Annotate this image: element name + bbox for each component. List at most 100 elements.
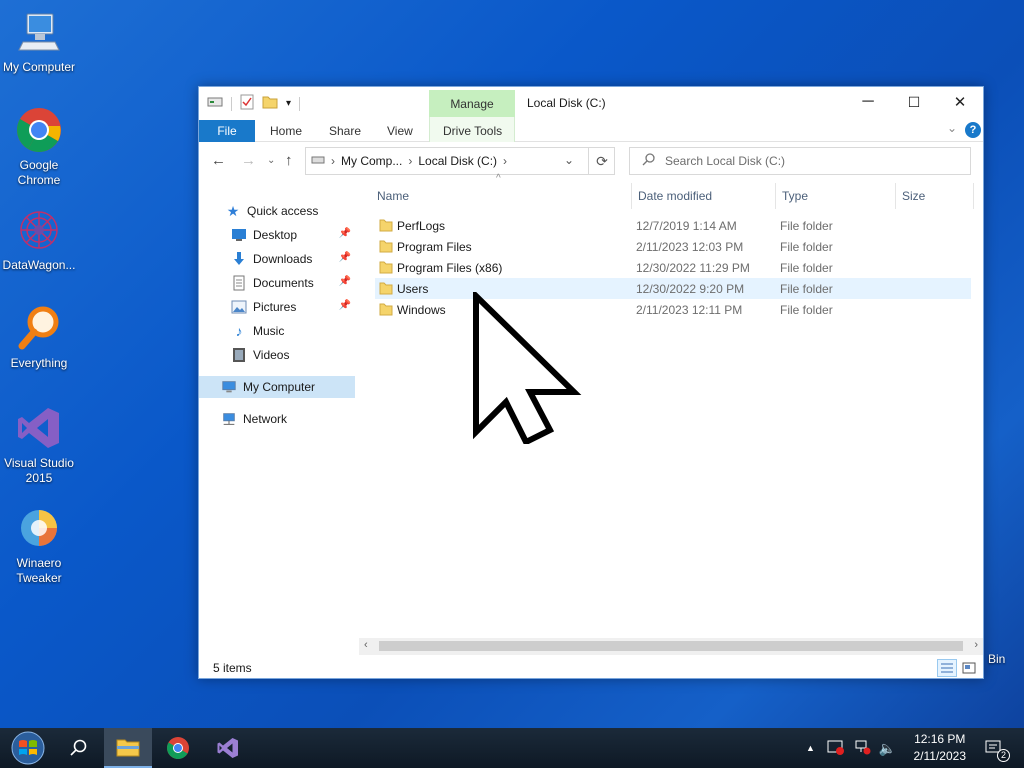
file-date: 12/30/2022 11:29 PM [636, 260, 750, 275]
videos-icon [231, 347, 247, 363]
breadcrumb-separator[interactable]: › [503, 154, 507, 168]
table-row[interactable]: Windows 2/11/2023 12:11 PM File folder [375, 299, 971, 320]
sidebar-item-music[interactable]: ♪ Music [199, 320, 355, 342]
details-view-icon[interactable] [937, 659, 957, 677]
breadcrumb-separator[interactable]: › [408, 154, 412, 168]
sidebar-item-label: My Computer [243, 380, 316, 394]
tab-drive-tools[interactable]: Drive Tools [443, 121, 502, 142]
pin-icon[interactable]: 📌 [339, 300, 351, 311]
taskbar-file-explorer[interactable] [104, 728, 152, 768]
table-row[interactable]: PerfLogs 12/7/2019 1:14 AM File folder [375, 215, 971, 236]
file-type: File folder [780, 239, 833, 254]
column-divider[interactable] [775, 183, 776, 209]
column-header-size[interactable]: Size [902, 189, 925, 209]
sidebar-item-desktop[interactable]: Desktop 📌 [199, 224, 355, 246]
maximize-button[interactable]: ☐ [891, 87, 937, 117]
action-center-warning-icon[interactable] [827, 739, 845, 758]
search-input[interactable]: Search Local Disk (C:) [629, 147, 971, 175]
breadcrumb-separator[interactable]: › [331, 154, 335, 168]
desktop-icon-everything[interactable]: Everything [0, 304, 78, 371]
close-button[interactable]: ✕ [937, 87, 983, 117]
large-icons-view-icon[interactable] [959, 659, 979, 677]
address-row: ← → ⌄ ↑ › My Comp... › Local Disk (C:) ›… [199, 143, 983, 179]
sidebar-item-downloads[interactable]: Downloads 📌 [199, 248, 355, 270]
column-header-type[interactable]: Type [782, 189, 808, 209]
address-bar[interactable]: › My Comp... › Local Disk (C:) › ⌄ [305, 147, 615, 175]
search-icon[interactable] [54, 728, 102, 768]
refresh-button[interactable]: ⟳ [588, 147, 615, 175]
navigation-pane: ★ Quick access Desktop 📌 Downloads 📌 Doc… [199, 179, 359, 649]
tab-home[interactable]: Home [270, 121, 302, 142]
file-date: 12/30/2022 9:20 PM [636, 281, 745, 296]
customize-qat-icon[interactable]: ▾ [286, 98, 291, 109]
sidebar-item-my-computer[interactable]: My Computer [199, 376, 355, 398]
back-arrow-icon[interactable]: ← [211, 152, 226, 169]
breadcrumb-my-computer[interactable]: My Comp... [341, 154, 402, 168]
help-icon[interactable]: ? [965, 122, 981, 138]
desktop-icon-label: Google Chrome [17, 158, 61, 187]
item-count: 5 items [213, 661, 252, 675]
network-tray-icon[interactable] [853, 739, 871, 758]
sidebar-item-documents[interactable]: Documents 📌 [199, 272, 355, 294]
desktop-icon [231, 227, 247, 243]
recycle-bin-label-partial[interactable]: Bin [988, 652, 1005, 666]
taskbar-chrome[interactable] [154, 728, 202, 768]
scroll-right-icon[interactable]: › [974, 639, 978, 651]
desktop-icon-google-chrome[interactable]: Google Chrome [0, 106, 78, 188]
start-button[interactable] [4, 728, 52, 768]
scrollbar-thumb[interactable] [379, 641, 963, 651]
sidebar-item-label: Documents [253, 276, 314, 290]
file-name: PerfLogs [397, 218, 446, 233]
breadcrumb-local-disk[interactable]: Local Disk (C:) [418, 154, 497, 168]
chevron-down-icon[interactable]: ⌄ [947, 121, 957, 135]
minimize-button[interactable]: ─ [845, 87, 891, 117]
file-type: File folder [780, 218, 833, 233]
column-divider[interactable] [895, 183, 896, 209]
explorer-window: ▾ Manage Local Disk (C:) ─ ☐ ✕ File Home… [198, 86, 984, 679]
pin-icon[interactable]: 📌 [339, 252, 351, 263]
table-row[interactable]: Users 12/30/2022 9:20 PM File folder [375, 278, 971, 299]
table-row[interactable]: Program Files 2/11/2023 12:03 PM File fo… [375, 236, 971, 257]
clock[interactable]: 12:16 PM 2/11/2023 [914, 731, 967, 765]
address-history-chevron-icon[interactable]: ⌄ [564, 153, 574, 167]
pin-icon[interactable]: 📌 [339, 276, 351, 287]
properties-icon[interactable] [240, 94, 254, 113]
horizontal-scrollbar[interactable]: ‹ › [359, 638, 983, 655]
scroll-left-icon[interactable]: ‹ [364, 639, 368, 651]
computer-icon [221, 379, 237, 395]
volume-icon[interactable]: 🔈 [879, 740, 896, 757]
new-folder-icon[interactable] [262, 95, 278, 112]
file-name: Windows [397, 302, 446, 317]
window-drive-icon[interactable] [207, 95, 223, 112]
tab-manage[interactable]: Manage [429, 90, 515, 117]
status-bar: 5 items [199, 657, 983, 679]
tab-file[interactable]: File [199, 120, 255, 142]
sidebar-item-quick-access[interactable]: ★ Quick access [199, 200, 355, 222]
desktop-icon-datawagon[interactable]: DataWagon... [0, 206, 78, 273]
show-hidden-icons-icon[interactable]: ▲ [806, 743, 815, 753]
desktop-icon-visual-studio[interactable]: Visual Studio 2015 [0, 404, 78, 486]
up-arrow-icon[interactable]: ↑ [285, 152, 293, 169]
everything-search-icon [15, 304, 63, 352]
notifications-button[interactable]: 2 [970, 728, 1018, 768]
visual-studio-icon [15, 404, 63, 452]
tab-view[interactable]: View [387, 121, 413, 142]
column-divider[interactable] [631, 183, 632, 209]
sidebar-item-pictures[interactable]: Pictures 📌 [199, 296, 355, 318]
column-header-date-modified[interactable]: Date modified [638, 189, 712, 209]
tab-share[interactable]: Share [329, 121, 361, 142]
column-header-name[interactable]: Name [377, 189, 409, 209]
star-icon: ★ [226, 202, 240, 219]
quick-access-toolbar: ▾ [207, 94, 301, 113]
forward-arrow-icon[interactable]: → [241, 152, 256, 169]
table-row[interactable]: Program Files (x86) 12/30/2022 11:29 PM … [375, 257, 971, 278]
column-divider[interactable] [973, 183, 974, 209]
pin-icon[interactable]: 📌 [339, 228, 351, 239]
sidebar-item-network[interactable]: Network [199, 408, 355, 430]
desktop-icon-winaero-tweaker[interactable]: Winaero Tweaker [0, 504, 78, 586]
separator [299, 96, 301, 111]
taskbar-visual-studio[interactable] [204, 728, 252, 768]
sidebar-item-videos[interactable]: Videos [199, 344, 355, 366]
recent-locations-chevron-icon[interactable]: ⌄ [267, 155, 275, 166]
desktop-icon-my-computer[interactable]: My Computer [0, 8, 78, 75]
